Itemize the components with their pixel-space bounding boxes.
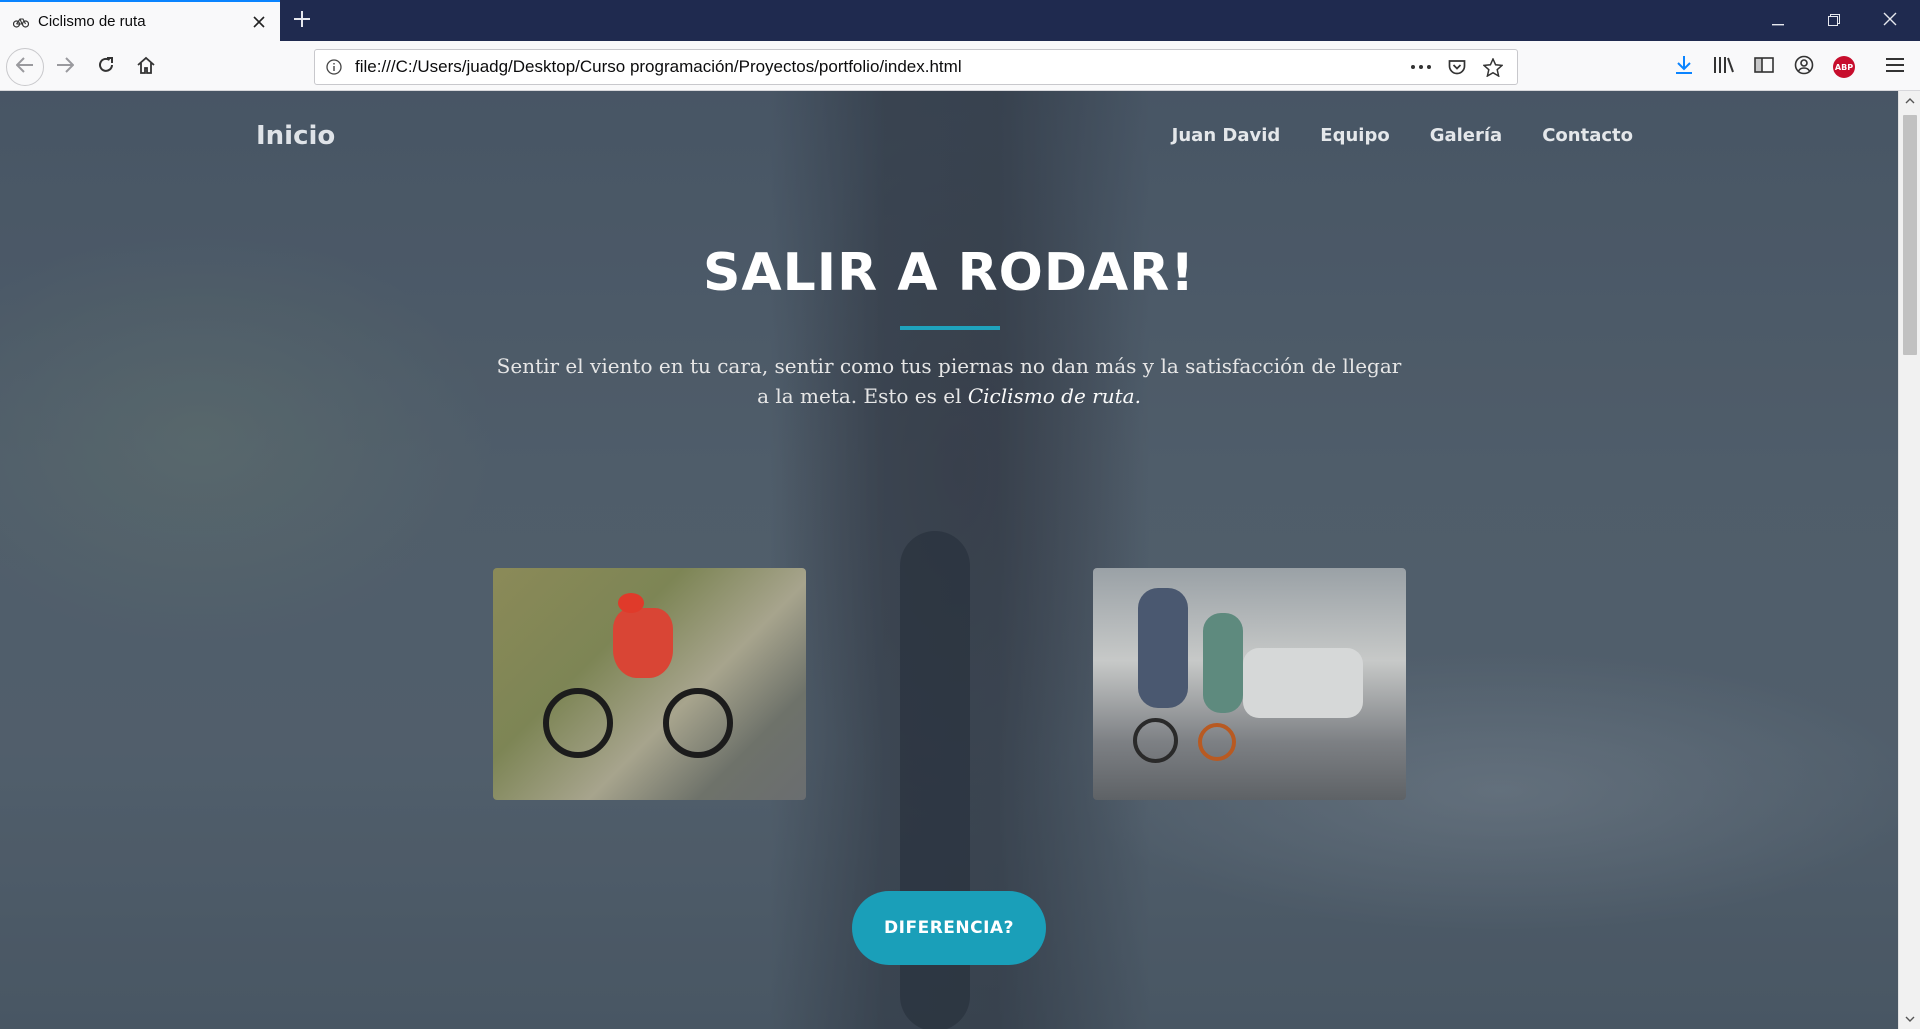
- minimize-button[interactable]: [1750, 0, 1806, 41]
- photo-person-right: [1203, 613, 1243, 713]
- forward-button[interactable]: [48, 50, 82, 84]
- close-icon[interactable]: [244, 7, 274, 37]
- url-text[interactable]: file:///C:/Users/juadg/Desktop/Curso pro…: [355, 57, 1403, 77]
- hero-title: SALIR A RODAR!: [702, 243, 1196, 303]
- photo-person-left: [1138, 588, 1188, 708]
- ellipsis-icon[interactable]: [1403, 52, 1439, 82]
- background-overlay: [0, 91, 1898, 1029]
- reload-button[interactable]: [89, 50, 123, 84]
- downloads-button[interactable]: [1667, 50, 1701, 84]
- url-bar[interactable]: file:///C:/Users/juadg/Desktop/Curso pro…: [314, 49, 1518, 85]
- hero-text-emphasis: Ciclismo de ruta.: [967, 384, 1141, 408]
- nav-link-equipo[interactable]: Equipo: [1320, 125, 1389, 146]
- hero-text-plain: Sentir el viento en tu cara, sentir como…: [496, 354, 1402, 408]
- tab-title: Ciclismo de ruta: [38, 13, 146, 30]
- restore-button[interactable]: [1806, 0, 1862, 41]
- abp-label: ABP: [1834, 62, 1854, 72]
- photo-rider-jersey: [613, 608, 673, 678]
- info-icon[interactable]: [319, 50, 349, 84]
- account-button[interactable]: [1787, 50, 1821, 84]
- bicycle-icon: [12, 13, 30, 31]
- library-icon: [1713, 56, 1735, 78]
- window-close-button[interactable]: [1862, 0, 1918, 41]
- page-viewport: Inicio Juan David Equipo Galería Contact…: [0, 91, 1898, 1029]
- reload-icon: [97, 56, 115, 78]
- account-icon: [1794, 55, 1814, 79]
- download-icon: [1675, 55, 1693, 79]
- chevron-up-icon[interactable]: [1899, 91, 1920, 111]
- road-cyclist-photo: [493, 568, 806, 800]
- hero-text: Sentir el viento en tu cara, sentir como…: [495, 351, 1403, 411]
- folding-bikes-photo: [1093, 568, 1406, 800]
- sidebar-icon: [1754, 57, 1774, 77]
- nav-link-galeria[interactable]: Galería: [1430, 125, 1503, 146]
- library-button[interactable]: [1707, 50, 1741, 84]
- abp-icon: ABP: [1833, 56, 1855, 78]
- back-button[interactable]: [6, 48, 44, 86]
- navigation-toolbar: file:///C:/Users/juadg/Desktop/Curso pro…: [0, 41, 1920, 91]
- sidebar-button[interactable]: [1747, 50, 1781, 84]
- photo-rider-helmet: [618, 593, 644, 613]
- diferencia-button[interactable]: DIFERENCIA?: [852, 891, 1046, 965]
- nav-link-contacto[interactable]: Contacto: [1542, 125, 1633, 146]
- menu-button[interactable]: [1878, 50, 1912, 84]
- brand-link[interactable]: Inicio: [256, 121, 335, 151]
- photo-wheel-front: [543, 688, 613, 758]
- nav-link-juan-david[interactable]: Juan David: [1172, 125, 1281, 146]
- back-arrow-icon: [15, 57, 34, 77]
- hamburger-icon: [1886, 57, 1904, 77]
- new-tab-button[interactable]: [286, 5, 318, 37]
- main-menu: Juan David Equipo Galería Contacto: [1172, 125, 1633, 146]
- photo-bike-wheel: [1133, 718, 1178, 763]
- tab-bar: Ciclismo de ruta: [0, 0, 1920, 41]
- adblock-button[interactable]: ABP: [1827, 50, 1861, 84]
- home-button[interactable]: [129, 50, 163, 84]
- scrollbar-thumb[interactable]: [1903, 115, 1917, 355]
- page-scrollbar[interactable]: [1898, 91, 1920, 1029]
- photo-wheel-rear: [663, 688, 733, 758]
- photo-car: [1243, 648, 1363, 718]
- close-icon: [1883, 11, 1897, 30]
- pocket-icon[interactable]: [1439, 52, 1475, 82]
- hero-divider: [900, 326, 1000, 330]
- forward-arrow-icon: [56, 57, 75, 77]
- chevron-down-icon[interactable]: [1899, 1009, 1920, 1029]
- restore-icon: [1828, 11, 1840, 30]
- minimize-icon: [1772, 11, 1784, 30]
- tab-ciclismo[interactable]: Ciclismo de ruta: [0, 0, 280, 41]
- photo-bike-wheel-orange: [1198, 723, 1236, 761]
- plus-icon: [293, 10, 311, 32]
- home-icon: [136, 56, 156, 78]
- star-icon[interactable]: [1475, 52, 1511, 82]
